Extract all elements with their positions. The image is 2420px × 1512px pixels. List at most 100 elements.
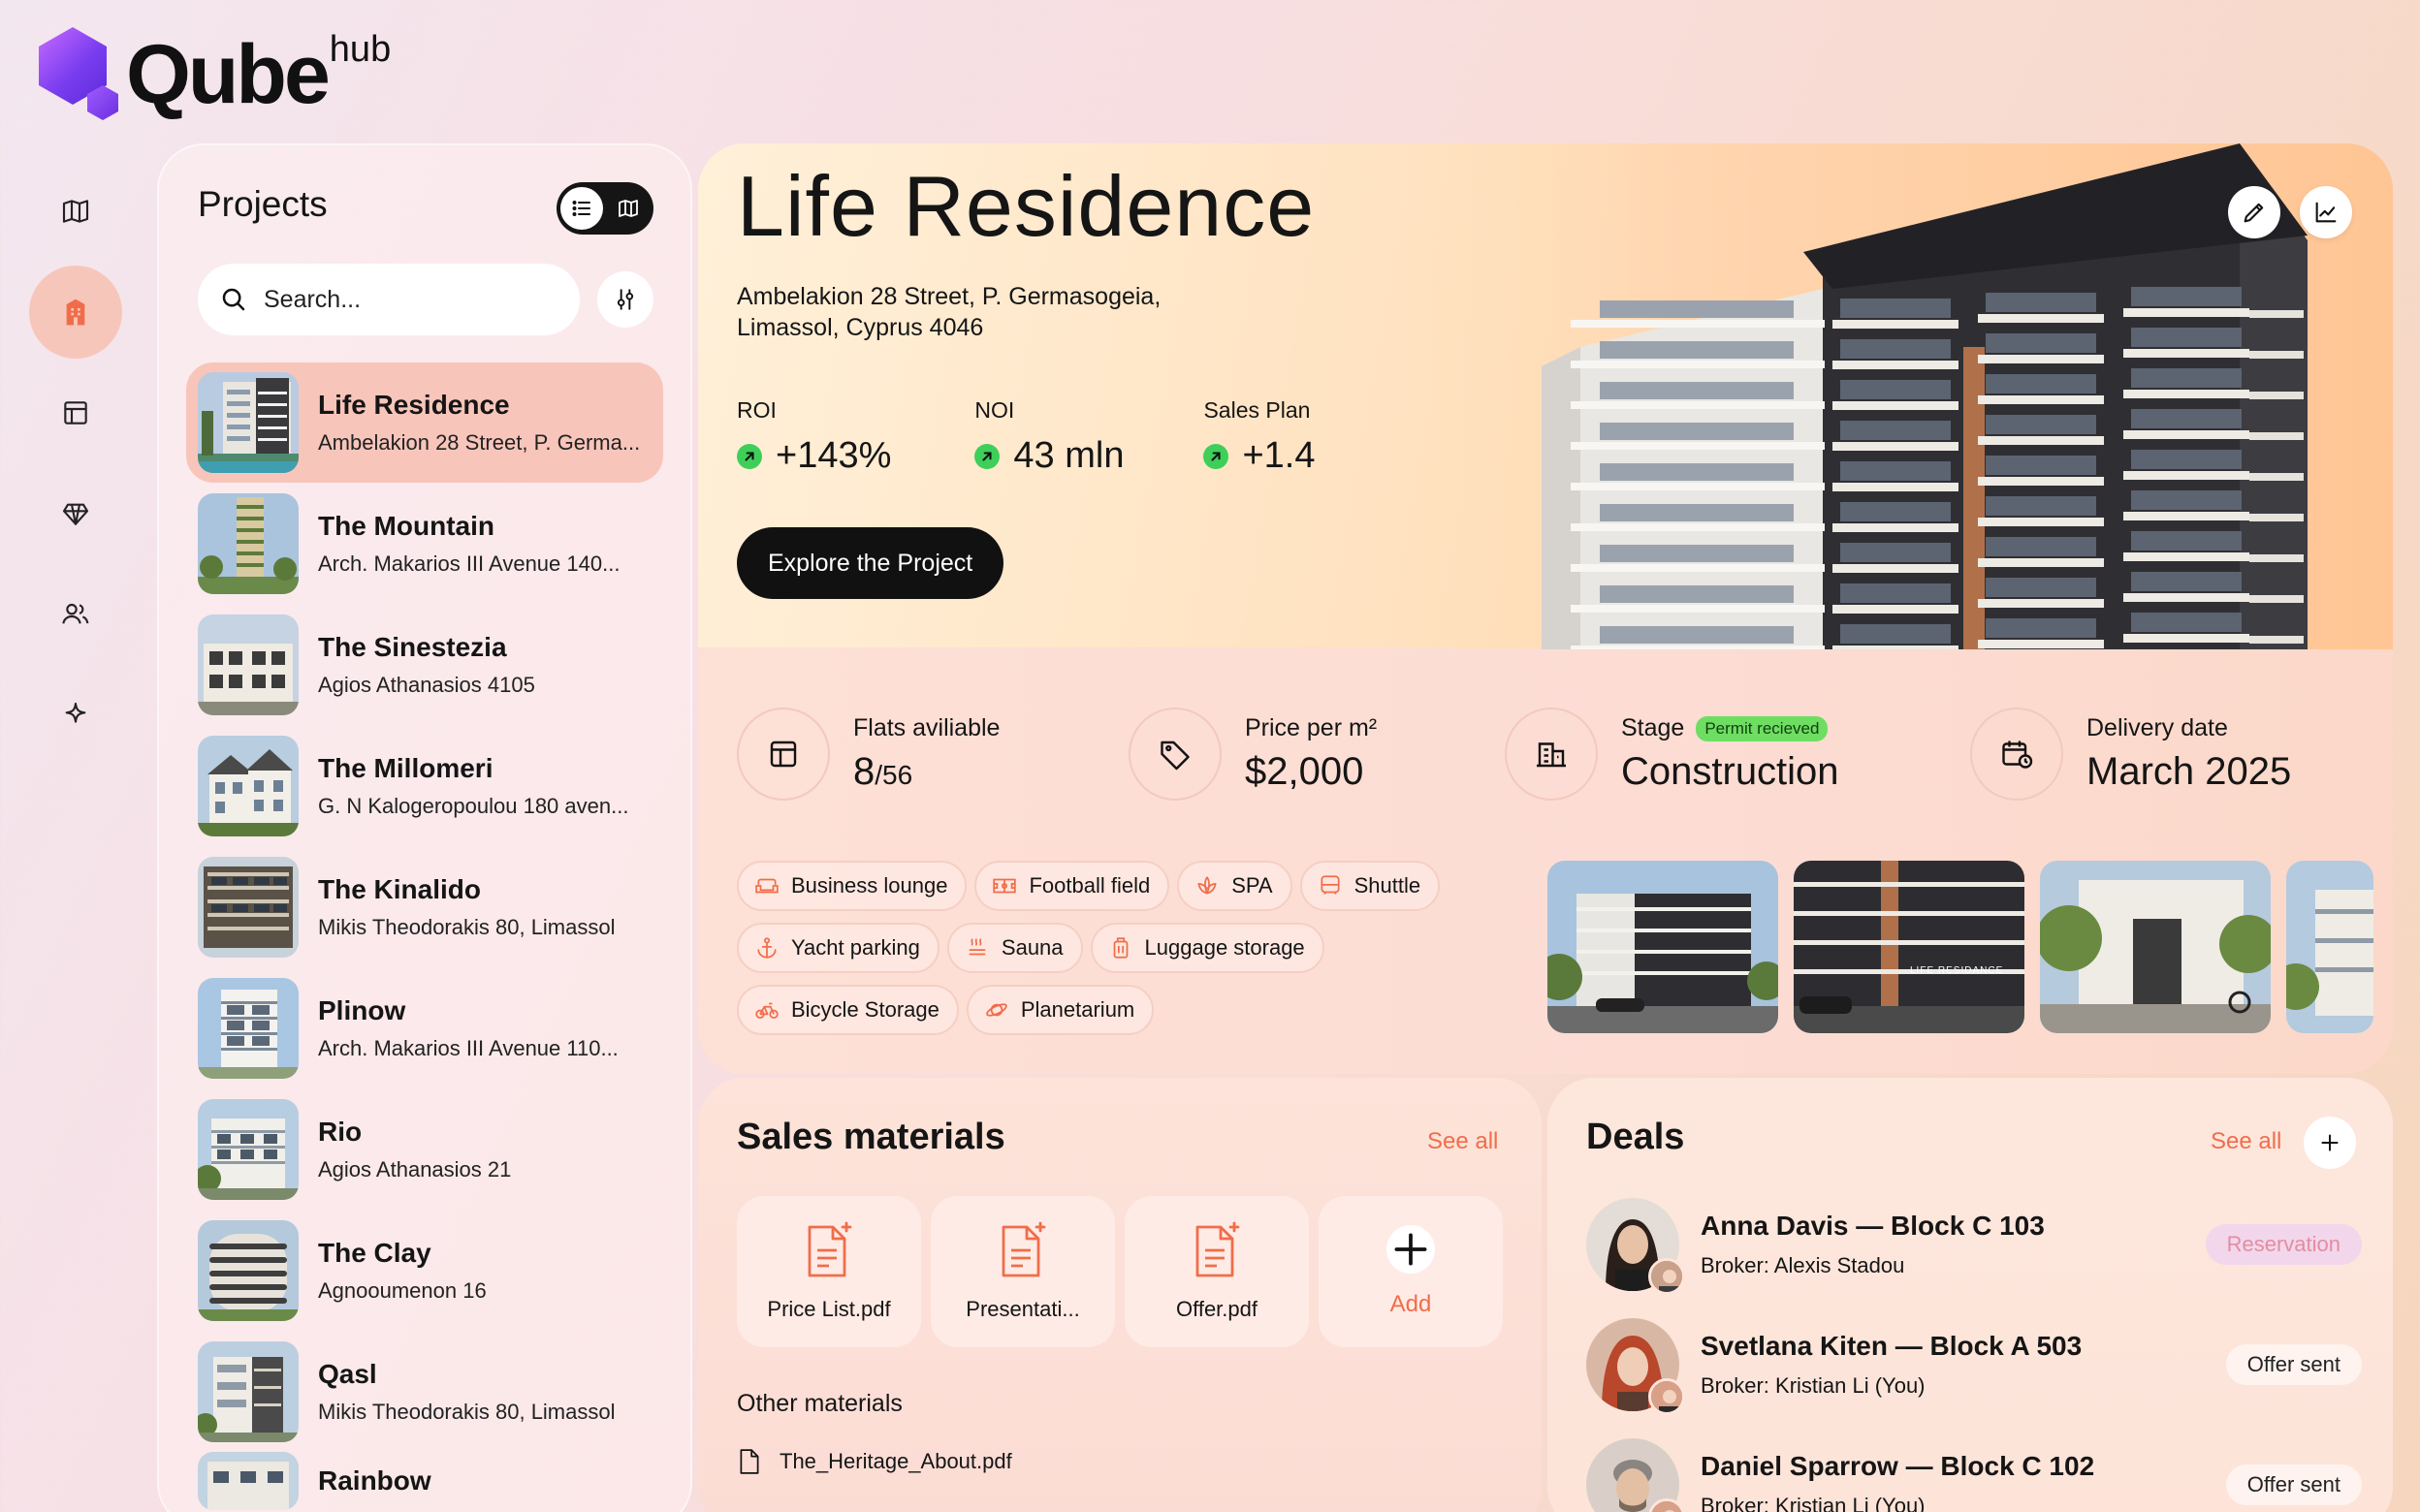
pencil-icon: [2244, 203, 2264, 223]
search-input[interactable]: [264, 285, 555, 314]
nav-premium[interactable]: [29, 467, 122, 560]
project-thumbnail: [198, 1452, 299, 1510]
map-view-button[interactable]: [607, 187, 650, 230]
add-file-button[interactable]: Add: [1319, 1196, 1503, 1347]
broker-avatar: [1648, 1258, 1685, 1295]
trend-up-icon: [1203, 443, 1229, 469]
brand-logo[interactable]: Qube hub: [35, 23, 391, 120]
project-name: The Sinestezia: [318, 631, 507, 662]
explore-project-button[interactable]: Explore the Project: [737, 527, 1004, 599]
project-item-the-clay[interactable]: The Clay Agnooumenon 16: [186, 1210, 663, 1331]
building-outline-icon: [1537, 742, 1566, 768]
nav-ai[interactable]: [29, 669, 122, 762]
list-view-button[interactable]: [560, 187, 603, 230]
project-item-life-residence[interactable]: Life Residence Ambelakion 28 Street, P. …: [186, 362, 663, 483]
document-icon: [1002, 1221, 1046, 1277]
amenities-list: Business lounge Football field SPA Shutt…: [737, 861, 1493, 1035]
nav-users[interactable]: [29, 568, 122, 661]
project-item-the-mountain[interactable]: The Mountain Arch. Makarios III Avenue 1…: [186, 483, 663, 604]
project-address-full: Ambelakion 28 Street, P. Germasogeia, Li…: [737, 283, 1162, 341]
list-icon: [572, 201, 590, 216]
view-toggle[interactable]: [557, 182, 653, 235]
plus-icon: [2321, 1134, 2339, 1151]
amenity-chip[interactable]: Bicycle Storage: [737, 985, 959, 1035]
project-name: The Clay: [318, 1237, 431, 1268]
file-tile[interactable]: Offer.pdf: [1125, 1196, 1309, 1347]
file-tile[interactable]: Presentati...: [931, 1196, 1115, 1347]
brand-suffix: hub: [329, 29, 392, 70]
nav-map[interactable]: [29, 165, 122, 258]
project-address: G. N Kalogeropoulou 180 aven...: [318, 793, 629, 818]
amenity-chip[interactable]: SPA: [1177, 861, 1292, 911]
sales-materials-title: Sales materials: [737, 1117, 1005, 1157]
avatar: [1586, 1198, 1685, 1295]
deal-row[interactable]: Daniel Sparrow — Block C 102 Broker: Kri…: [1586, 1436, 2362, 1512]
chart-icon: [2315, 202, 2337, 223]
kpi-noi: NOI 43 mln: [974, 397, 1125, 476]
project-item-rio[interactable]: Rio Agios Athanasios 21: [186, 1088, 663, 1210]
deal-row[interactable]: Anna Davis — Block C 103 Broker: Alexis …: [1586, 1196, 2362, 1295]
gallery-photo[interactable]: [2040, 861, 2271, 1033]
kpi-sales-plan: Sales Plan +1.4: [1203, 397, 1316, 476]
project-item-the-millomeri[interactable]: The Millomeri G. N Kalogeropoulou 180 av…: [186, 725, 663, 846]
project-thumbnail: [198, 1098, 299, 1200]
map-icon: [62, 200, 89, 223]
project-address: Mikis Theodorakis 80, Limassol: [318, 1399, 616, 1424]
nav-projects[interactable]: [29, 266, 122, 359]
project-address: Agnooumenon 16: [318, 1277, 487, 1303]
projects-title: Projects: [198, 184, 328, 224]
amenity-chip[interactable]: Business lounge: [737, 861, 968, 911]
anchor-icon: [757, 937, 777, 959]
add-deal-button[interactable]: [2304, 1117, 2356, 1169]
file-icon: [740, 1449, 759, 1474]
deal-row[interactable]: Svetlana Kiten — Block A 503 Broker: Kri…: [1586, 1316, 2362, 1415]
stat-delivery: Delivery date March 2025: [1970, 708, 2291, 801]
gallery-photo[interactable]: [1547, 861, 1778, 1033]
project-list: Life Residence Ambelakion 28 Street, P. …: [186, 362, 663, 1512]
deals-see-all-link[interactable]: See all: [2211, 1128, 2281, 1155]
gallery-photo[interactable]: [2286, 861, 2373, 1033]
permit-badge: Permit recieved: [1696, 715, 1829, 741]
stat-stage: Stage Permit recieved Construction: [1505, 708, 1839, 801]
amenity-chip[interactable]: Yacht parking: [737, 923, 939, 973]
project-thumbnail: [198, 977, 299, 1079]
amenity-chip[interactable]: Luggage storage: [1090, 923, 1324, 973]
project-name: The Mountain: [318, 510, 494, 541]
status-badge: Offer sent: [2225, 1465, 2362, 1505]
steam-icon: [969, 938, 986, 956]
avatar: [1586, 1438, 1685, 1512]
broker-avatar: [1648, 1378, 1685, 1415]
project-item-plinow[interactable]: Plinow Arch. Makarios III Avenue 110...: [186, 967, 663, 1088]
deals-title: Deals: [1586, 1117, 1685, 1157]
document-icon: [1195, 1221, 1240, 1277]
project-name: Rainbow: [318, 1465, 431, 1496]
nav-layout[interactable]: [29, 366, 122, 459]
deal-title: Svetlana Kiten — Block A 503: [1701, 1331, 2083, 1361]
amenity-chip[interactable]: Shuttle: [1299, 861, 1441, 911]
amenity-chip[interactable]: Planetarium: [966, 985, 1155, 1035]
project-item-qasl[interactable]: Qasl Mikis Theodorakis 80, Limassol: [186, 1331, 663, 1452]
project-detail-card: Life Residence Ambelakion 28 Street, P. …: [698, 143, 2393, 1074]
gallery-photo[interactable]: LIFE RESIDANCE: [1794, 861, 2024, 1033]
bus-icon: [1321, 875, 1340, 895]
project-gallery: LIFE RESIDANCE: [1547, 861, 2373, 1033]
deals-card: Deals See all Anna Davis — Block C 103 B…: [1547, 1078, 2393, 1512]
sales-see-all-link[interactable]: See all: [1427, 1128, 1498, 1155]
amenity-chip[interactable]: Sauna: [946, 923, 1083, 973]
logo-hexagon-icon: [35, 23, 122, 120]
project-item-the-sinestezia[interactable]: The Sinestezia Agios Athanasios 4105: [186, 604, 663, 725]
file-tile[interactable]: Price List.pdf: [737, 1196, 921, 1347]
other-file-item[interactable]: The_Heritage_About.pdf: [737, 1448, 1012, 1475]
planet-icon: [986, 1003, 1007, 1017]
search-icon: [222, 288, 245, 311]
edit-button[interactable]: [2228, 186, 2280, 238]
project-item-rainbow[interactable]: Rainbow: [186, 1452, 663, 1512]
analytics-button[interactable]: [2300, 186, 2352, 238]
filter-button[interactable]: [597, 271, 653, 328]
project-item-the-kinalido[interactable]: The Kinalido Mikis Theodorakis 80, Limas…: [186, 846, 663, 967]
project-name: Plinow: [318, 994, 406, 1025]
luggage-icon: [1113, 937, 1128, 959]
trend-up-icon: [737, 443, 762, 469]
amenity-chip[interactable]: Football field: [974, 861, 1170, 911]
project-address: Arch. Makarios III Avenue 110...: [318, 1035, 619, 1060]
